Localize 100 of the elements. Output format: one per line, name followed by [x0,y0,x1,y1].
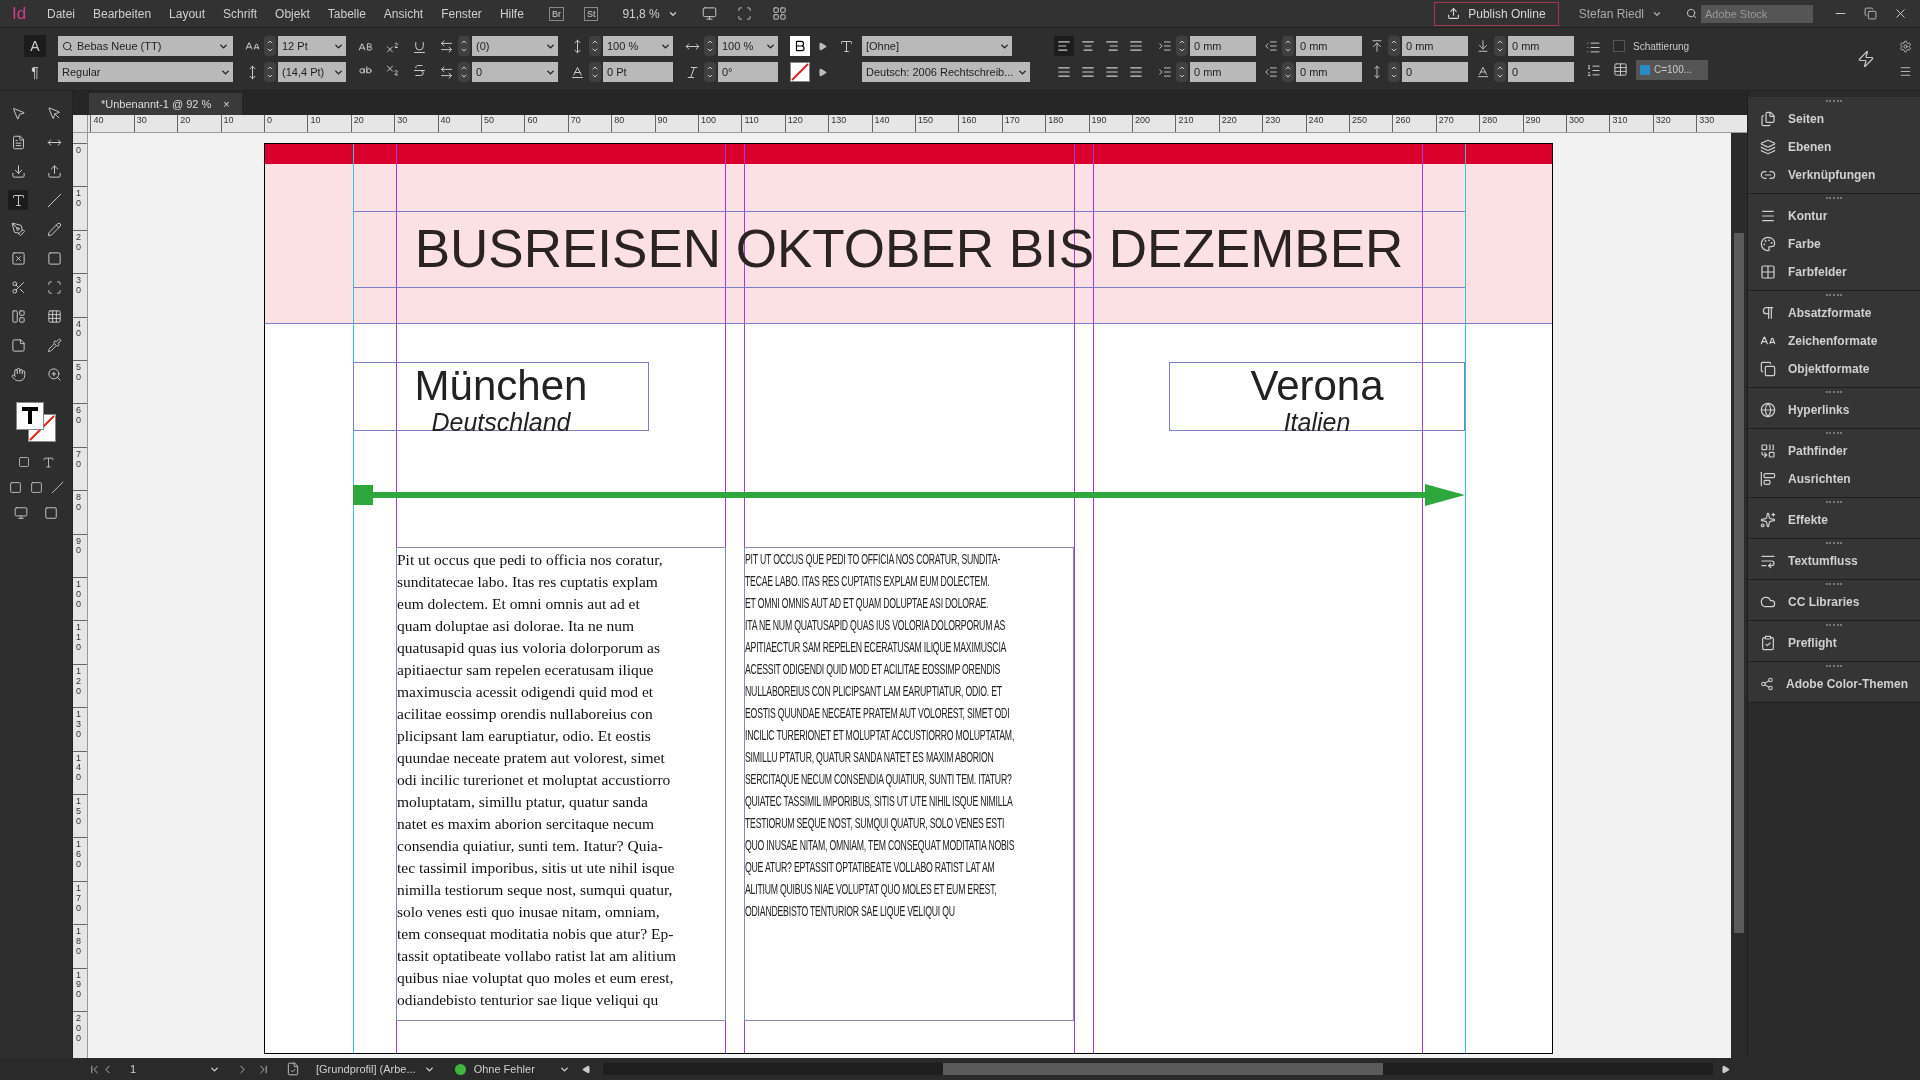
fill-swatch[interactable] [790,36,810,56]
stepper[interactable] [1282,62,1294,82]
stepper[interactable] [1282,36,1294,56]
horizontal-scrollbar[interactable] [602,1063,1713,1075]
underline-icon[interactable] [412,40,427,55]
leading-field[interactable]: (14,4 Pt) [278,62,346,82]
panel-tab[interactable]: Seiten [1748,105,1920,133]
page-number-field[interactable]: 1 [130,1060,220,1078]
paragraph-field[interactable]: 0 mm [1402,36,1468,56]
panel-tab[interactable]: Verknüpfungen [1748,161,1920,189]
stepper[interactable] [1388,36,1400,56]
mode-button[interactable]: A [24,35,46,57]
stepper[interactable] [589,36,601,56]
layout-icon[interactable] [771,6,787,21]
menu-item[interactable]: Layout [160,4,215,23]
stepper[interactable] [264,36,276,56]
panel-tab[interactable]: Zeichenformate [1748,327,1920,355]
lightning-icon[interactable] [1857,50,1875,68]
grip-handle[interactable] [1826,391,1842,393]
grip-handle[interactable] [1826,501,1842,503]
font-size-field[interactable]: 12 Pt [278,36,346,56]
panel-tab[interactable]: Ebenen [1748,133,1920,161]
paragraph-field[interactable]: 0 mm [1508,36,1574,56]
fill-stroke-drawing[interactable] [14,400,58,444]
superscript-icon[interactable] [385,40,400,55]
menu-item[interactable]: Bearbeiten [84,4,161,23]
menu-item[interactable]: Fenster [432,4,491,23]
horizontal-scale-field[interactable]: 100 % [718,36,778,56]
paragraph-field[interactable]: 0 mm [1190,62,1256,82]
stepper[interactable] [704,36,716,56]
scroll-right-icon[interactable] [1721,1064,1730,1074]
stepper[interactable] [1176,62,1188,82]
table-icon[interactable] [1613,62,1628,77]
character-style-field[interactable]: [Ohne] [862,36,1012,56]
stepper[interactable] [458,36,470,56]
menu-item[interactable]: Hilfe [490,4,533,23]
settings-icon[interactable] [1899,40,1912,53]
stepper[interactable] [589,62,601,82]
scroll-left-icon[interactable] [581,1064,591,1074]
panel-tab[interactable]: Absatzformate [1748,299,1920,327]
menu-item[interactable]: Schrift [214,4,267,23]
vertical-scrollbar[interactable] [1731,133,1747,1058]
strikethrough-icon[interactable] [412,63,427,78]
user-menu[interactable]: Stefan Riedl [1578,4,1662,23]
vertical-scale-field[interactable]: 100 % [603,36,673,56]
zoom-dropdown[interactable]: 91,8 % [622,4,678,23]
menu-item[interactable]: Objekt [266,4,319,23]
bridge-button[interactable]: Br [548,6,564,21]
panel-tab[interactable]: Kontur [1748,202,1920,230]
paragraph-field[interactable]: 0 mm [1190,36,1256,56]
paragraph-field[interactable]: 0 mm [1296,62,1362,82]
menu-item[interactable]: Tabelle [318,4,375,23]
panel-tab[interactable]: Farbe [1748,230,1920,258]
font-field[interactable]: Bebas Neue (TT) [58,36,233,56]
preflight-dropdown[interactable]: Ohne Fehler [473,1060,570,1078]
tab-close-button[interactable]: × [223,95,230,113]
scrollbar-thumb[interactable] [1734,233,1744,933]
stepper[interactable] [1494,62,1506,82]
menu-item[interactable]: Ansicht [374,4,433,23]
panel-tab[interactable]: Farbfelder [1748,258,1920,286]
grip-handle[interactable] [1826,583,1842,585]
stepper[interactable] [264,62,276,82]
paragraph-field[interactable]: 0 [1402,62,1468,82]
stock-button[interactable]: St [583,6,599,21]
font-style-field[interactable]: Regular [58,62,233,82]
kerning-field[interactable]: (0) [472,36,558,56]
stock-search-field[interactable]: Adobe Stock [1701,4,1813,23]
stepper[interactable] [1494,36,1506,56]
profile-dropdown[interactable]: [Grundprofil] (Arbe... [316,1060,435,1078]
menu-item[interactable]: Datei [38,4,84,23]
skew-icon[interactable] [685,64,700,80]
language-field[interactable]: Deutsch: 2006 Rechtschreib... [862,62,1030,82]
grip-handle[interactable] [1826,197,1842,199]
baseline-shift-field[interactable]: 0 Pt [603,62,673,82]
grip-handle[interactable] [1826,432,1842,434]
stepper[interactable] [1176,36,1188,56]
grip-handle[interactable] [1826,542,1842,544]
search-icon[interactable] [1686,8,1697,19]
publish-online-button[interactable]: Publish Online [1434,1,1559,26]
panel-tab[interactable]: Objektformate [1748,355,1920,383]
subscript-icon[interactable] [385,63,400,78]
swatch-dropdown[interactable]: C=100... [1636,59,1708,80]
stepper[interactable] [1388,62,1400,82]
paragraph-field[interactable]: 0 [1508,62,1574,82]
menu-icon[interactable] [1899,65,1912,78]
mode-button[interactable]: ¶ [24,61,46,83]
tracking-field[interactable]: 0 [472,62,558,82]
restore-icon[interactable] [1864,7,1877,20]
none-swatch[interactable] [790,62,810,82]
checkbox[interactable] [1613,40,1625,52]
grip-handle[interactable] [1826,294,1842,296]
frame-icon[interactable] [736,6,752,21]
grip-handle[interactable] [1826,624,1842,626]
grip-handle[interactable] [1826,665,1842,667]
bullet-list-icon[interactable] [1586,40,1601,55]
numbered-list-icon[interactable] [1586,63,1601,78]
stepper[interactable] [458,62,470,82]
document-tab[interactable]: *Unbenannt-1 @ 92 % × [89,93,242,115]
paragraph-field[interactable]: 0 mm [1296,36,1362,56]
grip-handle[interactable] [1826,100,1842,102]
